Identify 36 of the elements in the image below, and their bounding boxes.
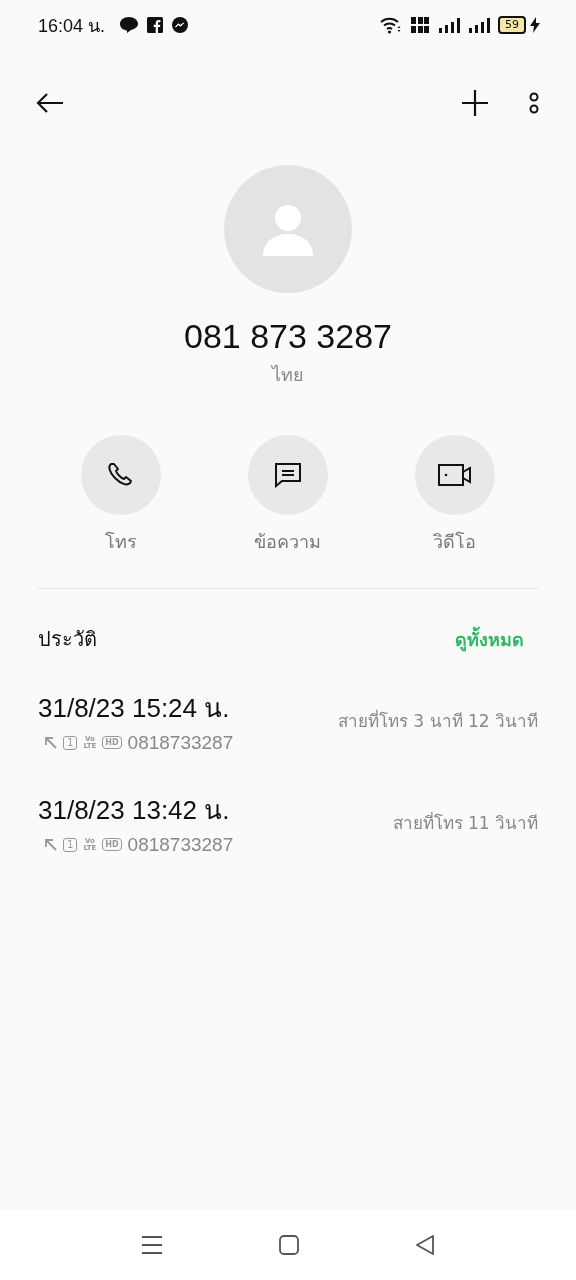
back-nav-icon[interactable] [415,1235,435,1255]
country-label: ไทย [272,363,304,387]
outgoing-arrow-icon [44,736,57,749]
status-time: 16:04 น. [38,14,106,38]
hd-badge: HD [102,736,122,749]
video-label: วิดีโอ [433,530,477,554]
sim-badge: 1 [63,837,78,852]
person-icon [261,202,315,256]
call-number: 0818733287 [127,731,234,754]
call-duration: สายที่โทร 3 นาที 12 วินาที [337,708,538,733]
add-icon[interactable] [462,90,488,116]
call-number: 0818733287 [127,833,234,856]
history-title: ประวัติ [38,626,97,653]
battery-level: 59 [498,16,526,34]
contact-number: 081 873 3287 [184,317,392,356]
messenger-icon [171,16,190,34]
call-datetime: 31/8/23 15:24 น. [38,691,231,725]
call-duration: สายที่โทร 11 วินาที [392,810,538,835]
message-label: ข้อความ [254,530,322,554]
message-icon [274,462,302,488]
back-icon[interactable] [36,92,64,114]
signal-icon [438,17,460,33]
sim-badge: 1 [63,735,78,750]
call-datetime: 31/8/23 13:42 น. [38,793,231,827]
square-f-icon [147,17,164,33]
video-camera-icon [437,464,472,486]
see-all-link[interactable]: ดูทั้งหมด [455,624,524,654]
menu-icon[interactable] [141,1235,163,1255]
home-icon[interactable] [279,1235,299,1255]
outgoing-arrow-icon [44,838,57,851]
chat-bubble-icon [119,16,140,34]
more-icon[interactable] [528,91,540,115]
call-label: โทร [105,530,138,554]
wifi-icon [380,16,402,34]
signal-icon [468,17,490,33]
hd-badge: HD [102,838,122,851]
